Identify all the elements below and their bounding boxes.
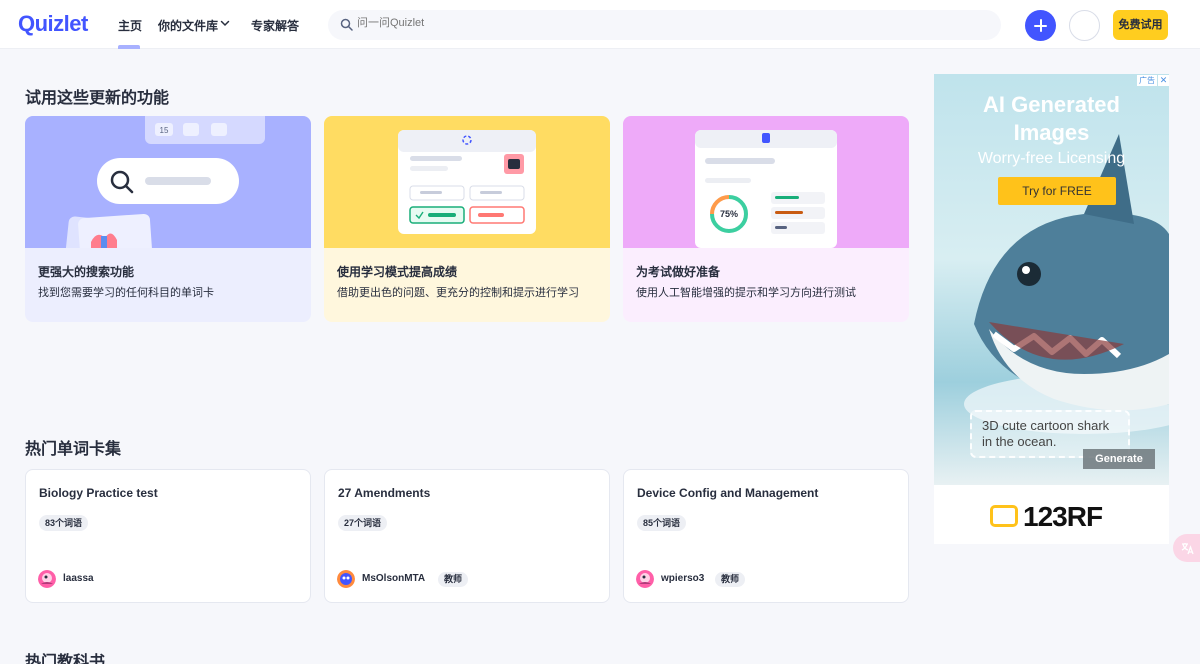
feature-desc: 找到您需要学习的任何科目的单词卡 [38,284,214,300]
ad-generate-button[interactable]: Generate [1083,449,1155,469]
ad-headline: AI Generated [934,92,1169,118]
feature-desc: 使用人工智能增强的提示和学习方向进行测试 [636,284,856,300]
quizlet-logo[interactable]: Quizlet [18,11,88,37]
term-count-badge: 83个词语 [39,515,88,531]
feature-title: 为考试做好准备 [636,263,720,280]
flashcard-set-card[interactable]: 27 Amendments 27个词语 MsOlsonMTA 教师 [324,469,610,603]
user-avatar-button[interactable] [1069,10,1100,41]
feature-card-learn[interactable]: 使用学习模式提高成绩 借助更出色的问题、更充分的控制和提示进行学习 [324,116,610,322]
illus-number: 15 [160,126,169,135]
feature-card-search[interactable]: 15 更强大的搜索功能 找到您需要学习的任何科目的单词卡 [25,116,311,322]
nav-library[interactable]: 你的文件库 [158,17,218,34]
chevron-down-icon[interactable] [220,18,230,28]
search-icon [340,18,353,31]
free-trial-button[interactable]: 免费试用 [1113,10,1168,40]
avatar [38,570,56,588]
avatar [636,570,654,588]
set-author[interactable]: wpierso3 [661,573,704,584]
feature-title: 更强大的搜索功能 [38,263,134,280]
set-title: 27 Amendments [338,486,430,500]
close-icon[interactable]: ✕ [1158,75,1169,86]
feature-title: 使用学习模式提高成绩 [337,263,457,280]
teacher-badge: 教师 [715,572,745,587]
ad-mark[interactable]: 广告 [1137,75,1157,86]
test-feature-illustration: 75% [623,116,909,248]
ad-headline: Images [934,120,1169,146]
advertisement[interactable]: 广告 ✕ AI Generated Images Worry-free Lice… [934,74,1169,544]
set-author[interactable]: laassa [63,573,94,584]
popular-sets-title: 热门单词卡集 [25,435,121,459]
avatar [337,570,355,588]
nav-expert-solutions[interactable]: 专家解答 [251,17,299,34]
nav-home[interactable]: 主页 [118,17,142,34]
create-plus-button[interactable] [1025,10,1056,41]
ad-subhead: Worry-free Licensing [934,150,1169,168]
ad-cta-button[interactable]: Try for FREE [998,177,1116,205]
ad-image[interactable]: 广告 ✕ AI Generated Images Worry-free Lice… [934,74,1169,485]
top-header: Quizlet 主页 你的文件库 专家解答 免费试用 [0,0,1200,49]
term-count-badge: 27个词语 [338,515,387,531]
learn-feature-illustration [324,116,610,248]
flashcard-set-card[interactable]: Biology Practice test 83个词语 laassa [25,469,311,603]
feature-desc: 借助更出色的问题、更充分的控制和提示进行学习 [337,284,579,300]
flashcard-set-card[interactable]: Device Config and Management 85个词语 wpier… [623,469,909,603]
camera-icon [990,505,1018,527]
feature-card-test[interactable]: 75% 为考试做好准备 使用人工智能增强的提示和学习方向进行测试 [623,116,909,322]
set-title: Biology Practice test [39,486,158,500]
popular-textbooks-title: 热门教科书 [25,648,105,664]
set-title: Device Config and Management [637,486,818,500]
search-input[interactable] [357,17,957,29]
teacher-badge: 教师 [438,572,468,587]
features-section-title: 试用这些更新的功能 [25,84,169,108]
set-author[interactable]: MsOlsonMTA [362,573,425,584]
translate-icon[interactable] [1173,534,1200,562]
term-count-badge: 85个词语 [637,515,686,531]
nav-home-active-indicator [118,45,140,49]
ad-brand-logo[interactable]: 123RF [1023,501,1102,533]
search-feature-illustration: 15 [25,116,311,248]
illus-percent: 75% [720,209,738,219]
